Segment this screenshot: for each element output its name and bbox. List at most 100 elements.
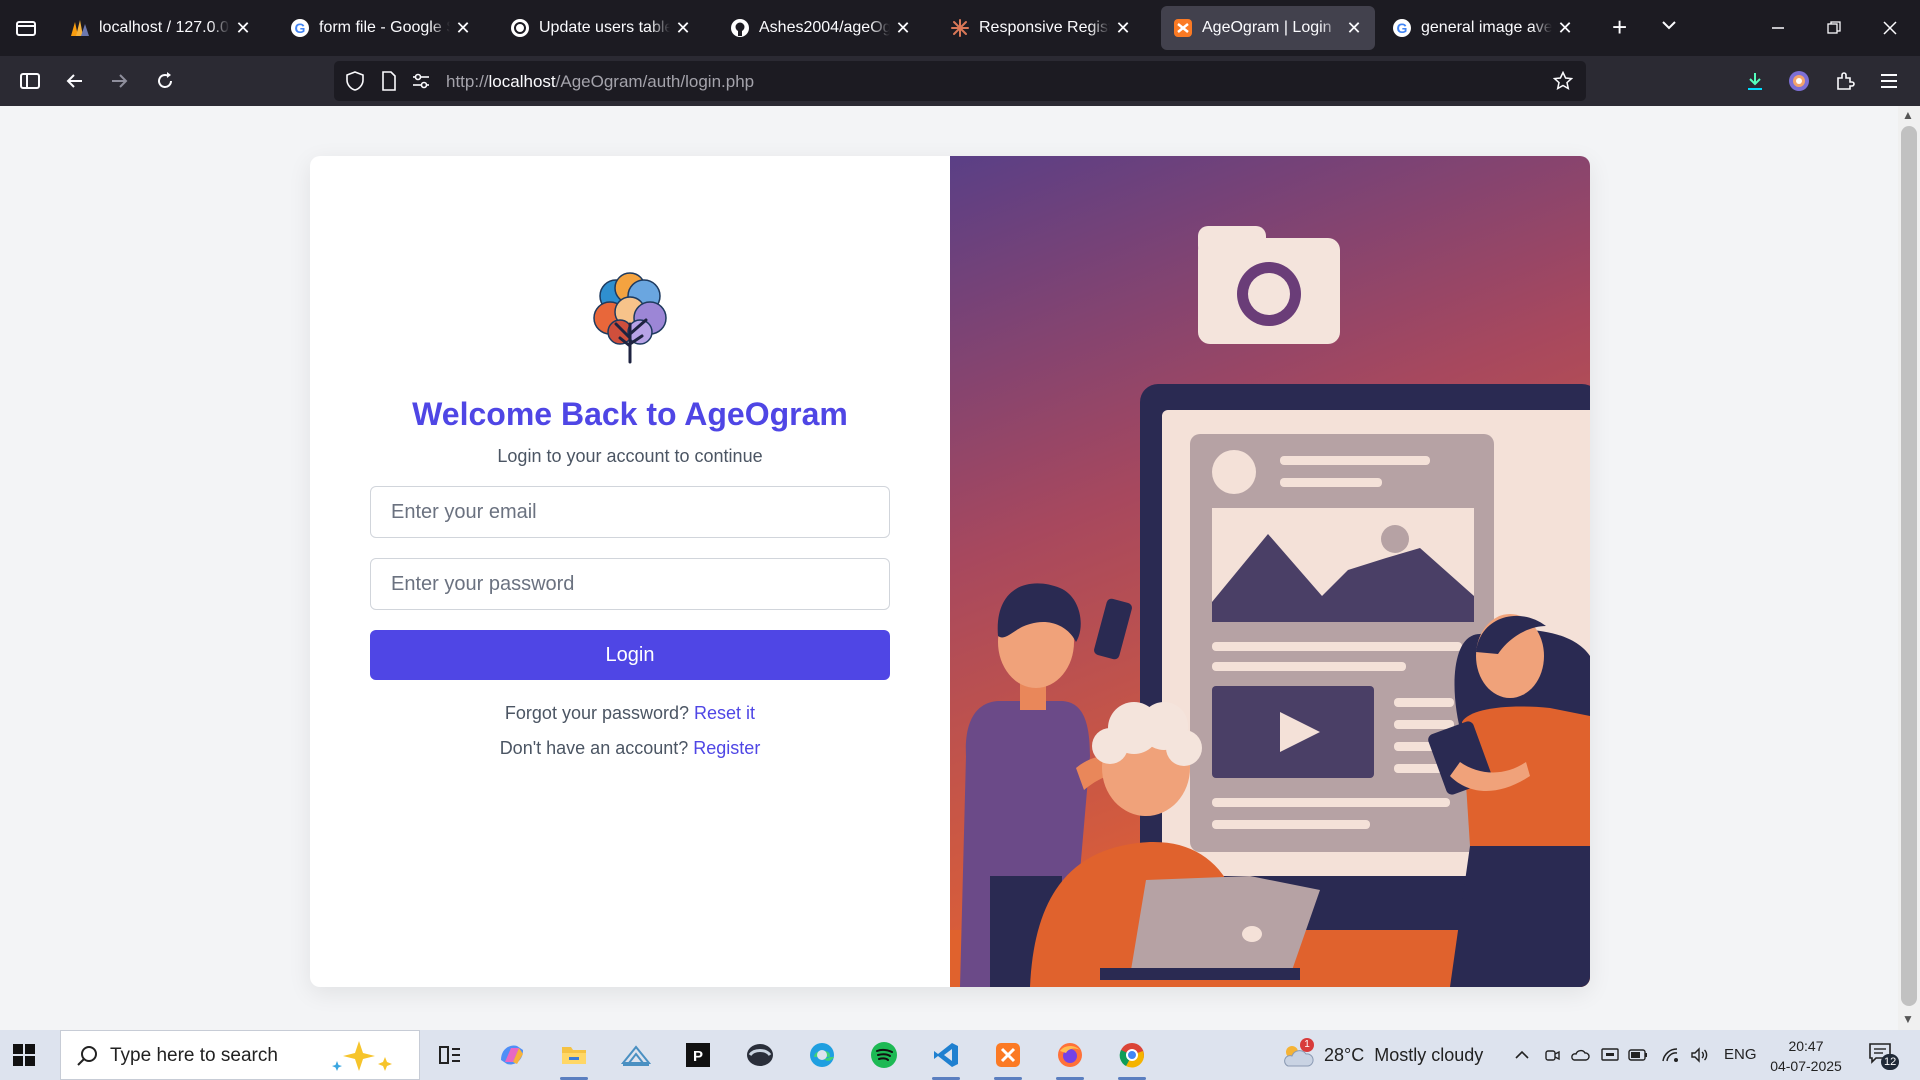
tab-phpmyadmin[interactable]: localhost / 127.0.0.1 / a ✕ — [58, 6, 264, 50]
sidebar-toggle-icon[interactable] — [17, 68, 43, 94]
tab-title: Responsive Registration — [979, 19, 1110, 36]
extensions-icon[interactable] — [1832, 68, 1858, 94]
system-clock[interactable]: 20:47 04-07-2025 — [1766, 1036, 1846, 1076]
register-row: Don't have an account? Register — [310, 738, 950, 759]
google-icon: G — [290, 18, 310, 38]
close-window-icon[interactable] — [1878, 16, 1902, 40]
scroll-up-icon[interactable]: ▲ — [1902, 108, 1914, 122]
speaker-volume-icon[interactable] — [1690, 1045, 1710, 1065]
github-icon — [730, 18, 750, 38]
back-arrow-icon[interactable] — [62, 68, 88, 94]
notification-count-badge: 12 — [1881, 1054, 1900, 1070]
camera-icon — [1198, 226, 1340, 344]
register-link[interactable]: Register — [693, 738, 760, 758]
tab-title: AgeOgram | Login — [1202, 19, 1332, 36]
login-button[interactable]: Login — [370, 630, 890, 680]
tab-title: Ashes2004/ageOgram — [759, 19, 890, 36]
reload-icon[interactable] — [152, 68, 178, 94]
url-text[interactable]: http://localhost/AgeOgram/auth/login.php — [446, 72, 754, 92]
file-explorer-icon[interactable] — [556, 1037, 592, 1080]
phpmyadmin-icon — [70, 18, 90, 38]
email-field[interactable] — [370, 486, 890, 538]
xampp-icon — [1173, 18, 1193, 38]
tab-ageogram-login[interactable]: AgeOgram | Login ✕ — [1161, 6, 1375, 50]
tab-title: localhost / 127.0.0.1 / a — [99, 19, 230, 36]
firefox-icon[interactable] — [1052, 1037, 1088, 1080]
address-bar[interactable]: http://localhost/AgeOgram/auth/login.php — [334, 61, 1586, 101]
page-title: Welcome Back to AgeOgram — [412, 396, 848, 432]
svg-text:G: G — [295, 20, 306, 36]
xampp-icon[interactable] — [990, 1037, 1026, 1080]
new-tab-plus-icon[interactable]: + — [1612, 14, 1627, 40]
notification-center-icon[interactable]: 12 — [1868, 1042, 1900, 1070]
login-form-panel: Welcome Back to AgeOgram Login to your a… — [310, 156, 950, 987]
vscode-icon[interactable] — [928, 1037, 964, 1080]
copilot-icon[interactable] — [494, 1037, 530, 1073]
account-avatar-icon[interactable] — [1786, 68, 1812, 94]
wifi-icon[interactable] — [1660, 1045, 1680, 1065]
weather-widget[interactable]: 1 28°C Mostly cloudy — [1280, 1038, 1483, 1070]
network-status-icon[interactable] — [1600, 1045, 1620, 1065]
close-tab-icon[interactable]: ✕ — [1345, 18, 1363, 39]
page-scrollbar[interactable]: ▲ ▼ — [1898, 106, 1920, 1030]
url-prefix: http:// — [446, 72, 489, 91]
input-language-indicator[interactable]: ENG — [1724, 1046, 1757, 1063]
clock-time: 20:47 — [1788, 1038, 1824, 1054]
bookmark-star-icon[interactable] — [1552, 70, 1574, 92]
forgot-password-text: Forgot your password? — [504, 703, 690, 723]
openai-icon — [510, 18, 530, 38]
page-info-icon[interactable] — [378, 70, 400, 92]
scrollbar-thumb[interactable] — [1901, 126, 1917, 1006]
spotify-icon[interactable] — [866, 1037, 902, 1073]
chrome-icon[interactable] — [1114, 1037, 1150, 1080]
minimize-icon[interactable] — [1766, 16, 1790, 40]
taskbar-search-box[interactable]: Type here to search — [60, 1030, 420, 1080]
meet-now-icon[interactable] — [1542, 1045, 1562, 1065]
close-tab-icon[interactable]: ✕ — [234, 18, 252, 39]
tab-github[interactable]: Ashes2004/ageOgram ✕ — [718, 6, 924, 50]
tab-google-search[interactable]: G form file - Google Search ✕ — [278, 6, 484, 50]
task-view-icon[interactable] — [432, 1037, 468, 1073]
url-host: localhost — [488, 72, 556, 91]
close-tab-icon[interactable]: ✕ — [454, 18, 472, 39]
search-placeholder: Type here to search — [110, 1045, 278, 1066]
close-tab-icon[interactable]: ✕ — [894, 18, 912, 39]
windows-start-icon[interactable] — [12, 1043, 36, 1067]
edge-icon[interactable] — [804, 1037, 840, 1073]
search-icon — [75, 1044, 99, 1073]
weather-temperature: 28°C — [1324, 1044, 1365, 1065]
battery-icon[interactable] — [1628, 1045, 1648, 1065]
password-field[interactable] — [370, 558, 890, 610]
social-illustration — [950, 156, 1590, 987]
mysql-workbench-icon[interactable] — [618, 1037, 654, 1073]
close-tab-icon[interactable]: ✕ — [674, 18, 692, 39]
restore-icon[interactable] — [1822, 16, 1846, 40]
tab-google-avatar[interactable]: G general image averatr ✕ — [1380, 6, 1586, 50]
chevron-up-icon[interactable] — [1512, 1045, 1532, 1065]
gaming-app-icon[interactable] — [742, 1037, 778, 1073]
register-prompt-text: Don't have an account? — [499, 738, 689, 758]
tab-title: general image averatr — [1421, 19, 1552, 36]
pycharm-icon[interactable]: P — [680, 1037, 716, 1073]
shield-icon[interactable] — [344, 70, 366, 92]
login-card: Welcome Back to AgeOgram Login to your a… — [310, 156, 1590, 987]
tab-chatgpt[interactable]: Update users table schema ✕ — [498, 6, 704, 50]
browser-tab-bar: localhost / 127.0.0.1 / a ✕ G form file … — [0, 0, 1920, 56]
forward-arrow-icon[interactable] — [106, 68, 132, 94]
permissions-icon[interactable] — [410, 70, 432, 92]
download-icon[interactable] — [1742, 68, 1768, 94]
close-tab-icon[interactable]: ✕ — [1556, 18, 1574, 39]
tab-list-icon[interactable] — [12, 14, 40, 42]
tab-claude[interactable]: Responsive Registration ✕ — [938, 6, 1144, 50]
chevron-down-icon[interactable] — [1660, 16, 1678, 39]
close-tab-icon[interactable]: ✕ — [1114, 18, 1132, 39]
svg-text:P: P — [693, 1048, 703, 1065]
tab-title: form file - Google Search — [319, 19, 450, 36]
browser-nav-bar: http://localhost/AgeOgram/auth/login.php — [0, 56, 1920, 106]
windows-taskbar: Type here to search P 1 28°C Mostly clou… — [0, 1030, 1920, 1080]
forgot-password-row: Forgot your password? Reset it — [310, 703, 950, 724]
menu-hamburger-icon[interactable] — [1876, 68, 1902, 94]
onedrive-icon[interactable] — [1570, 1045, 1590, 1065]
reset-password-link[interactable]: Reset it — [694, 703, 755, 723]
scroll-down-icon[interactable]: ▼ — [1902, 1012, 1914, 1026]
